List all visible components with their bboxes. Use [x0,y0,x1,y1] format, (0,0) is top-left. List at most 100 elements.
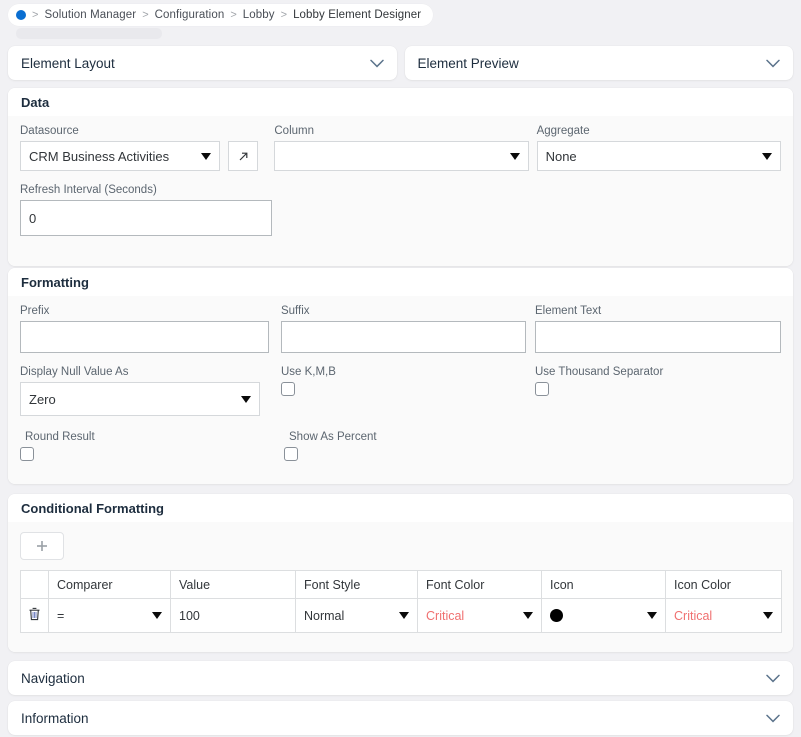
col-header-actions [21,571,49,599]
plus-icon [34,538,50,554]
font-style-value: Normal [304,609,344,623]
breadcrumb-separator: > [230,9,236,21]
datasource-label: Datasource [20,124,266,138]
conditional-formatting-table: Comparer Value Font Style Font Color Ico… [20,570,782,633]
icon-color-value: Critical [674,609,712,623]
breadcrumb-item-lobby-element-designer[interactable]: Lobby Element Designer [293,9,421,21]
field-element-text: Element Text [535,304,781,353]
prefix-input[interactable] [20,321,269,353]
field-use-kmb: Use K,M,B [281,365,526,416]
aggregate-label: Aggregate [537,124,781,138]
suffix-input[interactable] [281,321,526,353]
field-aggregate: Aggregate None [537,124,781,171]
breadcrumb: > Solution Manager > Configuration > Lob… [8,4,433,26]
chevron-down-icon [762,153,772,160]
chevron-down-icon [510,153,520,160]
cell-delete[interactable] [21,599,49,633]
display-null-value-as-select[interactable]: Zero [20,382,260,416]
column-select[interactable] [274,141,528,171]
panel-information-title: Information [21,711,89,726]
datasource-select[interactable]: CRM Business Activities [20,141,220,171]
table-header-row: Comparer Value Font Style Font Color Ico… [21,571,782,599]
open-in-new-icon [236,149,251,164]
datasource-value: CRM Business Activities [29,149,169,164]
col-header-comparer: Comparer [49,571,171,599]
field-display-null-value-as: Display Null Value As Zero [20,365,269,416]
round-result-checkbox[interactable] [20,447,34,461]
chevron-down-icon [152,612,162,619]
aggregate-select[interactable]: None [537,141,781,171]
chevron-down-icon[interactable] [766,714,780,723]
use-thousand-separator-checkbox[interactable] [535,382,549,396]
cell-icon-color[interactable]: Critical [666,599,782,633]
chevron-down-icon [647,612,657,619]
display-null-value-as-value: Zero [29,392,56,407]
suffix-label: Suffix [281,304,526,318]
show-as-percent-label: Show As Percent [289,430,532,444]
breadcrumb-separator: > [281,9,287,21]
show-as-percent-checkbox[interactable] [284,447,298,461]
cell-font-style[interactable]: Normal [296,599,418,633]
app-dot-icon [16,10,26,20]
chevron-down-icon[interactable] [370,59,384,68]
panel-information[interactable]: Information [8,701,793,735]
panel-element-preview[interactable]: Element Preview [405,46,794,80]
field-use-thousand-separator: Use Thousand Separator [535,365,781,416]
section-data: Data Datasource CRM Business Activities [8,88,793,266]
add-condition-button[interactable] [20,532,64,560]
condition-value: 100 [179,609,200,623]
breadcrumb-item-lobby[interactable]: Lobby [243,9,275,21]
round-result-label: Round Result [25,430,272,444]
panel-element-layout[interactable]: Element Layout [8,46,397,80]
filled-circle-icon [550,609,563,622]
cell-icon[interactable] [542,599,666,633]
aggregate-value: None [546,149,577,164]
chevron-down-icon[interactable] [766,59,780,68]
field-round-result: Round Result [20,430,272,461]
cell-font-color[interactable]: Critical [418,599,542,633]
chevron-down-icon[interactable] [766,674,780,683]
col-header-font-style: Font Style [296,571,418,599]
loading-skeleton-bar [16,28,162,39]
chevron-down-icon [523,612,533,619]
refresh-interval-value: 0 [29,211,36,226]
cell-value[interactable]: 100 [171,599,296,633]
trash-icon [27,606,42,622]
column-label: Column [274,124,528,138]
chevron-down-icon [399,612,409,619]
display-null-value-as-label: Display Null Value As [20,365,269,379]
font-color-value: Critical [426,609,464,623]
table-row: = 100 Normal [21,599,782,633]
top-panel-row: Element Layout Element Preview [8,46,793,80]
prefix-label: Prefix [20,304,269,318]
use-kmb-label: Use K,M,B [281,365,526,379]
refresh-interval-input[interactable]: 0 [20,200,272,236]
open-datasource-button[interactable] [228,141,258,171]
section-data-title: Data [8,88,793,116]
breadcrumb-separator: > [142,9,148,21]
comparer-value: = [57,609,64,623]
col-header-icon-color: Icon Color [666,571,782,599]
field-suffix: Suffix [281,304,526,353]
chevron-down-icon [201,153,211,160]
field-show-as-percent: Show As Percent [284,430,532,461]
field-datasource: Datasource CRM Business Activities [20,124,266,171]
chevron-down-icon [241,396,251,403]
col-header-font-color: Font Color [418,571,542,599]
section-conditional-formatting-title: Conditional Formatting [8,494,793,522]
panel-navigation[interactable]: Navigation [8,661,793,695]
col-header-value: Value [171,571,296,599]
field-prefix: Prefix [20,304,269,353]
element-text-input[interactable] [535,321,781,353]
cell-comparer[interactable]: = [49,599,171,633]
breadcrumb-item-configuration[interactable]: Configuration [155,9,225,21]
breadcrumb-separator: > [32,9,38,21]
use-kmb-checkbox[interactable] [281,382,295,396]
breadcrumb-item-solution-manager[interactable]: Solution Manager [44,9,136,21]
use-thousand-separator-label: Use Thousand Separator [535,365,781,379]
element-text-label: Element Text [535,304,781,318]
panel-navigation-title: Navigation [21,671,85,686]
section-formatting: Formatting Prefix Suffix Element Text [8,268,793,484]
panel-element-layout-title: Element Layout [21,56,115,71]
col-header-icon: Icon [542,571,666,599]
